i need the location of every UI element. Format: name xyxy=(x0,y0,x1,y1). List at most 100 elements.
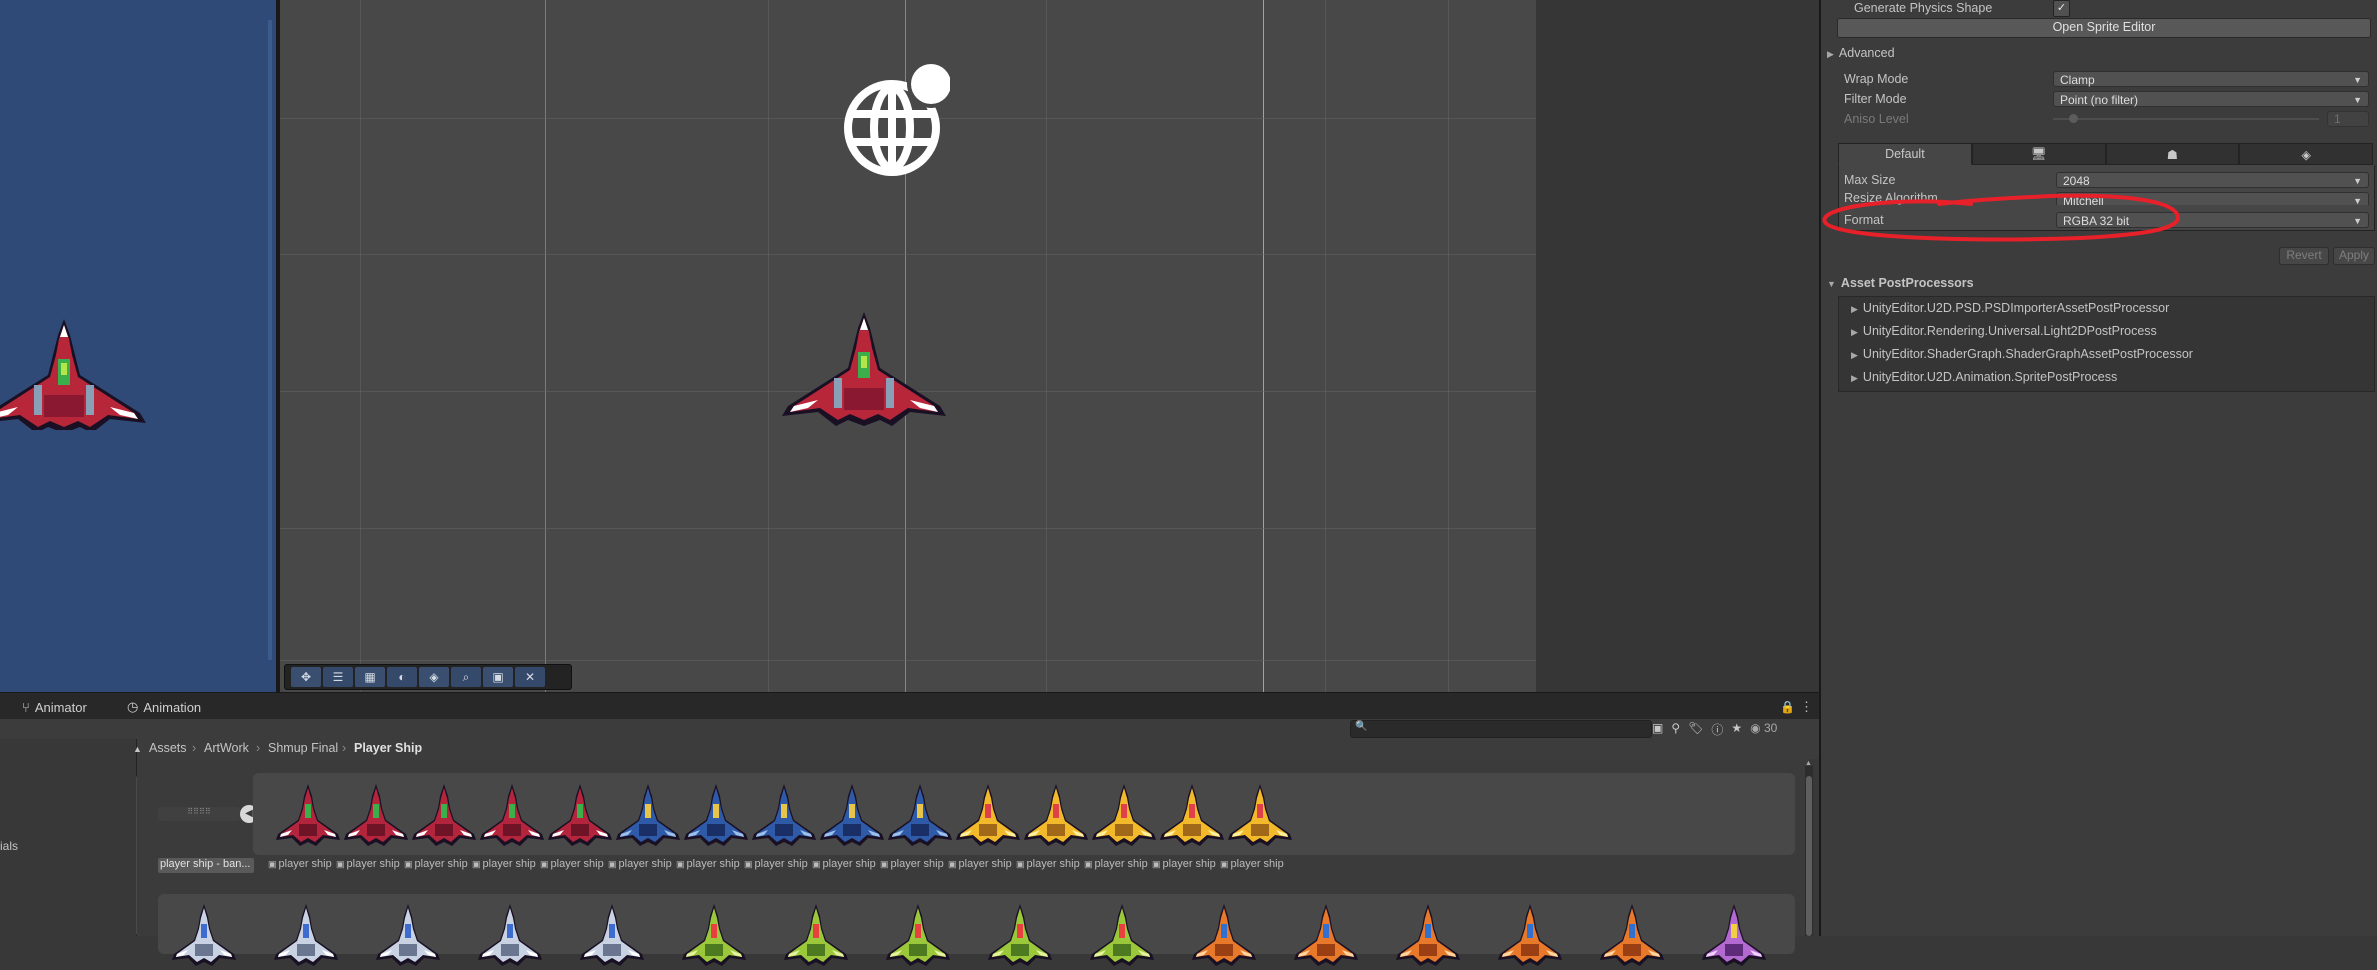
move-tool-icon[interactable]: ✥ xyxy=(291,667,321,687)
sprite-thumbnail[interactable] xyxy=(272,778,344,850)
sprite-label[interactable]: ▣player ship - ... xyxy=(880,858,944,873)
sprite-thumbnail[interactable] xyxy=(952,778,1024,850)
generate-physics-shape-label: Generate Physics Shape xyxy=(1854,1,1993,15)
selected-sprite-label[interactable]: player ship - ban... xyxy=(158,858,254,873)
sprite-label[interactable]: ▣player ship - ... xyxy=(472,858,536,873)
sprite-thumbnail[interactable] xyxy=(372,898,444,970)
game-view-scrollbar[interactable] xyxy=(268,20,272,660)
sprite-label[interactable]: ▣player ship - ... xyxy=(404,858,468,873)
sprite-thumbnail[interactable] xyxy=(474,898,546,970)
grid-tool-icon[interactable]: ▦ xyxy=(355,667,385,687)
list-item[interactable]: ▶ UnityEditor.U2D.Animation.SpritePostPro… xyxy=(1851,370,2117,384)
sprite-thumbnail[interactable] xyxy=(1188,898,1260,970)
sprite-thumbnail[interactable] xyxy=(168,898,240,970)
lock-icon[interactable]: 🔒 xyxy=(1780,697,1795,717)
sprite-label[interactable]: ▣player ship - ... xyxy=(1016,858,1080,873)
sprite-label[interactable]: ▣player ship - ... xyxy=(948,858,1012,873)
sprite-label[interactable]: ▣player ship - ... xyxy=(1220,858,1284,873)
asset-postprocessors-foldout[interactable]: ▼ Asset PostProcessors xyxy=(1821,274,2377,292)
open-sprite-editor-button[interactable]: Open Sprite Editor xyxy=(1837,18,2371,38)
sprite-thumbnail[interactable] xyxy=(884,778,956,850)
camera-tool-icon[interactable]: ▣ xyxy=(483,667,513,687)
sprite-label[interactable]: ▣player ship - ... xyxy=(336,858,400,873)
favorite-star-icon[interactable]: ★ xyxy=(1731,721,1742,738)
sprite-label[interactable]: ▣player ship - ... xyxy=(676,858,740,873)
sprite-label[interactable]: ▣player ship - ... xyxy=(812,858,876,873)
gizmo-tool-icon[interactable]: ✕ xyxy=(515,667,545,687)
search-input[interactable]: 🔍 xyxy=(1350,720,1652,738)
filter-mode-dropdown[interactable]: Point (no filter) ▼ xyxy=(2053,91,2369,107)
tab-animation[interactable]: ◷ Animation xyxy=(127,697,201,717)
sprite-label[interactable]: ▣player ship - ... xyxy=(1152,858,1216,873)
max-size-dropdown[interactable]: 2048 ▼ xyxy=(2056,172,2369,188)
tab-default[interactable]: Default xyxy=(1838,143,1972,165)
list-item[interactable]: ▶ UnityEditor.U2D.PSD.PSDImporterAssetPos… xyxy=(1851,301,2169,315)
sprite-thumbnail[interactable] xyxy=(1290,898,1362,970)
log-filter-icon[interactable]: ⓘ xyxy=(1711,721,1723,738)
sprite-thumbnail[interactable] xyxy=(612,778,684,850)
sprite-thumbnail[interactable] xyxy=(680,778,752,850)
sprite-thumbnail[interactable] xyxy=(678,898,750,970)
sprite-sheet-thumbnail[interactable]: ⠿⠿⠿⠿ xyxy=(158,807,240,821)
breadcrumb-player-ship[interactable]: Player Ship xyxy=(354,741,422,755)
sprite-label[interactable]: ▣player ship - ... xyxy=(268,858,332,873)
zoom-tool-icon[interactable]: ⌕ xyxy=(451,667,481,687)
layers-tool-icon[interactable]: ◈ xyxy=(419,667,449,687)
sprite-thumbnail[interactable] xyxy=(1494,898,1566,970)
scroll-up-icon[interactable]: ▲ xyxy=(1805,760,1812,767)
sprite-thumbnail[interactable] xyxy=(1224,778,1296,850)
rotate-tool-icon[interactable]: ◐ xyxy=(387,667,417,687)
sprite-thumbnail[interactable] xyxy=(544,778,616,850)
scene-search-icon[interactable]: ▣ xyxy=(1652,721,1663,738)
sprite-thumbnail[interactable] xyxy=(984,898,1056,970)
type-filter-icon[interactable]: ⚲ xyxy=(1671,721,1680,738)
list-item[interactable]: ▶ UnityEditor.ShaderGraph.ShaderGraphAsse… xyxy=(1851,347,2193,361)
tab-android[interactable]: ☗ xyxy=(2105,143,2240,165)
scrollbar-thumb[interactable] xyxy=(1806,776,1812,936)
aniso-level-slider-track[interactable] xyxy=(2053,118,2319,120)
breadcrumb-artwork[interactable]: ArtWork xyxy=(204,741,249,755)
sprite-thumbnail[interactable] xyxy=(476,778,548,850)
sprite-thumbnail[interactable] xyxy=(340,778,412,850)
aniso-level-field[interactable]: 1 xyxy=(2327,111,2369,127)
sprite-thumbnail[interactable] xyxy=(1088,778,1160,850)
sprite-thumbnail[interactable] xyxy=(1392,898,1464,970)
sprite-thumbnail[interactable] xyxy=(780,898,852,970)
tab-webgl[interactable]: ◈ xyxy=(2239,143,2373,165)
breadcrumb-shmup-final[interactable]: Shmup Final xyxy=(268,741,338,755)
asset-grid-scrollbar[interactable]: ▲ xyxy=(1805,760,1813,936)
wrap-mode-dropdown[interactable]: Clamp ▼ xyxy=(2053,71,2369,87)
project-folder-tree[interactable]: ials xyxy=(0,739,137,936)
apply-button[interactable]: Apply xyxy=(2333,247,2375,265)
rect-tool-icon[interactable]: ☰ xyxy=(323,667,353,687)
sprite-thumbnail[interactable] xyxy=(270,898,342,970)
sprite-thumbnail[interactable] xyxy=(1086,898,1158,970)
aniso-level-slider-handle[interactable] xyxy=(2069,114,2078,123)
sprite-label[interactable]: ▣player ship - ... xyxy=(608,858,672,873)
scene-view[interactable] xyxy=(280,0,1536,692)
sprite-thumbnail[interactable] xyxy=(816,778,888,850)
folder-label-fragment[interactable]: ials xyxy=(0,839,18,853)
sprite-thumbnail[interactable] xyxy=(1020,778,1092,850)
breadcrumb-assets[interactable]: Assets xyxy=(149,741,187,755)
revert-button[interactable]: Revert xyxy=(2279,247,2329,265)
advanced-foldout[interactable]: ▶ Advanced xyxy=(1821,44,2377,62)
sprite-thumbnail[interactable] xyxy=(1596,898,1668,970)
sprite-label[interactable]: ▣player ship - ... xyxy=(1084,858,1148,873)
sprite-label[interactable]: ▣player ship - ... xyxy=(540,858,604,873)
tab-animator[interactable]: ⑂ Animator xyxy=(22,697,87,717)
sprite-thumbnail[interactable] xyxy=(576,898,648,970)
sprite-thumbnail[interactable] xyxy=(882,898,954,970)
more-options-icon[interactable]: ⋮ xyxy=(1800,697,1813,717)
tab-standalone[interactable]: 🖥 xyxy=(1971,143,2106,165)
sprite-thumbnail[interactable] xyxy=(408,778,480,850)
label-filter-icon[interactable]: 🏷 xyxy=(1688,721,1703,738)
sprite-thumbnail[interactable] xyxy=(1156,778,1228,850)
sprite-label[interactable]: ▣player ship - ... xyxy=(744,858,808,873)
sprite-thumbnail[interactable] xyxy=(1698,898,1770,970)
list-item[interactable]: ▶ UnityEditor.Rendering.Universal.Light2D… xyxy=(1851,324,2157,338)
collapse-up-icon[interactable]: ▲ xyxy=(133,744,142,754)
generate-physics-shape-checkbox[interactable]: ✓ xyxy=(2053,0,2070,17)
sprite-thumbnail[interactable] xyxy=(748,778,820,850)
game-view[interactable] xyxy=(0,0,277,692)
